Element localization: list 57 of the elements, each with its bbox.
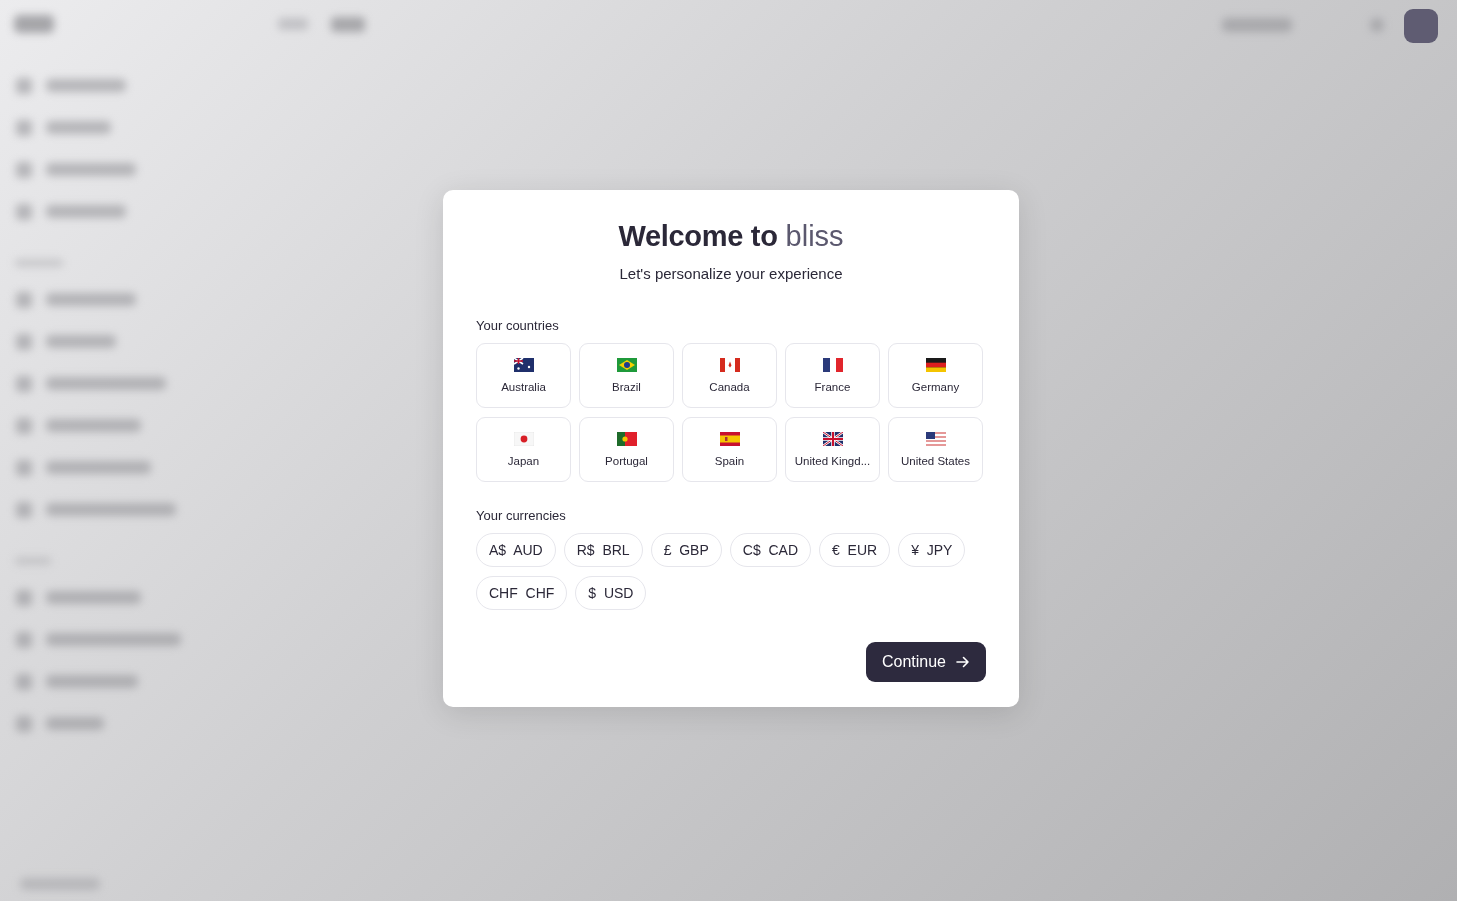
country-option[interactable]: Canada [682,343,777,408]
blurred-logo [14,15,54,33]
blurred-nav-icon [16,502,32,518]
currency-option[interactable]: $ USD [575,576,647,610]
flag-icon [616,432,637,446]
section-label: Your currencies [476,508,566,523]
blurred-nav-icon [16,460,32,476]
currency-option[interactable]: ¥ JPY [898,533,966,567]
flag-icon [925,358,946,372]
flag-icon [822,358,843,372]
blurred-nav-icon [16,674,32,690]
country-option[interactable]: Portugal [579,417,674,482]
blurred-nav-icon [16,590,32,606]
flag-icon [719,432,740,446]
currency-option[interactable]: € EUR [819,533,891,567]
brand-name: bliss [785,220,844,253]
blurred-nav-icon [16,376,32,392]
country-option[interactable]: United Kingd... [785,417,880,482]
flag-icon [719,358,740,372]
blurred-nav-icon [16,120,32,136]
blurred-nav-icon [16,716,32,732]
blurred-breadcrumb [278,18,308,30]
country-option[interactable]: Japan [476,417,571,482]
blurred-nav-icon [16,334,32,350]
dialog-subtitle: Let's personalize your experience [618,265,844,282]
country-option[interactable]: United States [888,417,983,482]
currency-option[interactable]: A$ AUD [476,533,556,567]
currency-option[interactable]: £ GBP [650,533,722,567]
continue-button[interactable]: Continue [865,642,986,682]
arrow-right-icon [956,655,970,669]
avatar [1404,9,1438,43]
currency-option[interactable]: C$ CAD [729,533,811,567]
blurred-nav-icon [16,162,32,178]
blurred-language-selector [1222,18,1292,32]
blurred-nav-icon [16,204,32,220]
blurred-nav-icon [16,292,32,308]
currency-option[interactable]: R$ BRL [563,533,643,567]
flag-icon [513,432,534,446]
blurred-breadcrumb [331,17,365,32]
country-option[interactable]: Brazil [579,343,674,408]
country-option[interactable]: Australia [476,343,571,408]
blurred-nav-icon [16,78,32,94]
blurred-nav-label [46,335,116,348]
dialog-title: Welcome to [618,220,778,253]
flag-icon [513,358,534,372]
currency-option[interactable]: CHF CHF [476,576,568,610]
country-option[interactable]: Spain [682,417,777,482]
flag-icon [616,358,637,372]
blurred-nav-icon [16,418,32,434]
country-option[interactable]: Germany [888,343,983,408]
blurred-nav-label [46,121,111,134]
country-option[interactable]: France [785,343,880,408]
flag-icon [822,432,843,446]
flag-icon [925,432,946,446]
blurred-nav-label [46,717,104,730]
blurred-nav-icon [16,632,32,648]
section-label: Your countries [476,318,559,333]
